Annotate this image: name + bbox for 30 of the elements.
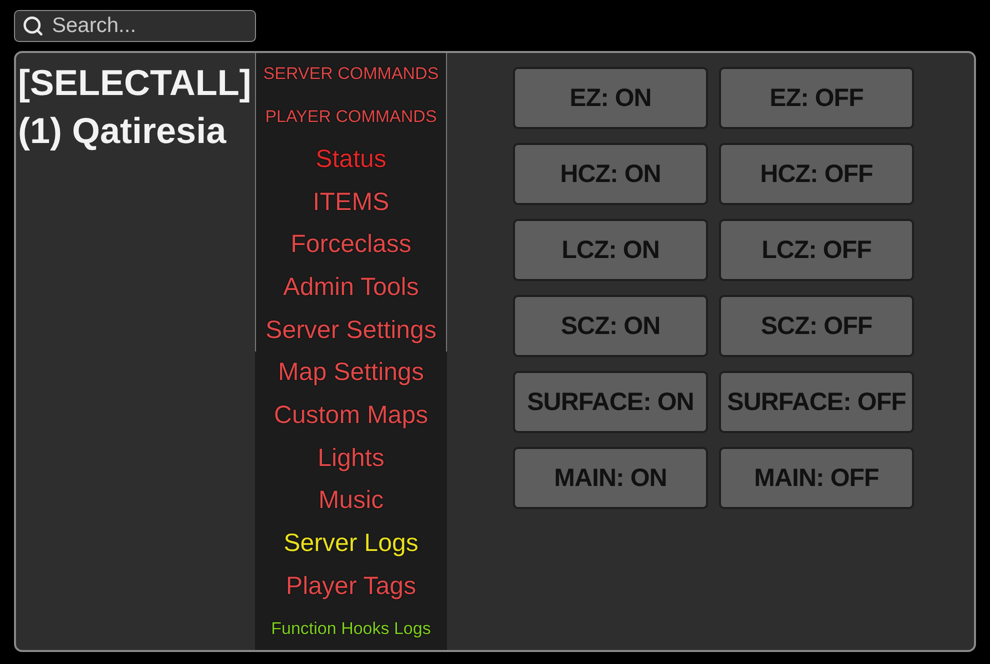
menu-item[interactable]: Server Logs: [284, 528, 418, 558]
zone-toggle-button[interactable]: LCZ: OFF: [719, 219, 914, 281]
zone-toggle-button[interactable]: HCZ: OFF: [719, 143, 914, 205]
menu-item[interactable]: PLAYER COMMANDS: [265, 106, 437, 127]
search-icon: [22, 15, 44, 37]
player-entry[interactable]: (1) Qatiresia: [16, 109, 255, 153]
player-entry[interactable]: [SELECTALL]: [16, 61, 255, 105]
zone-toggle-button[interactable]: LCZ: ON: [513, 219, 708, 281]
zone-toggle-button[interactable]: SCZ: OFF: [719, 295, 914, 357]
menu-item[interactable]: Player Tags: [286, 572, 416, 600]
menu-item[interactable]: Status: [316, 145, 386, 174]
menu-item[interactable]: Map Settings: [278, 358, 424, 388]
zone-toggle-button[interactable]: SURFACE: ON: [513, 371, 708, 433]
menu-item[interactable]: Server Settings: [266, 316, 436, 345]
zone-toggle-button[interactable]: SURFACE: OFF: [719, 371, 914, 433]
menu-item[interactable]: Function Hooks Logs: [271, 618, 431, 639]
menu-item[interactable]: Custom Maps: [274, 400, 428, 430]
zone-toggle-button[interactable]: EZ: ON: [513, 67, 708, 129]
search-field[interactable]: Search...: [14, 10, 256, 42]
menu-item[interactable]: Admin Tools: [283, 273, 419, 302]
menu-item[interactable]: ITEMS: [312, 188, 390, 217]
zone-toggle-button[interactable]: MAIN: OFF: [719, 447, 914, 509]
zone-toggle-button[interactable]: EZ: OFF: [719, 67, 914, 129]
zone-toggle-button[interactable]: HCZ: ON: [513, 143, 708, 205]
zone-toggle-button[interactable]: SCZ: ON: [513, 295, 708, 357]
menu-item[interactable]: Lights: [318, 444, 384, 473]
zone-toggle-button[interactable]: MAIN: ON: [513, 447, 708, 509]
menu-item[interactable]: Forceclass: [290, 230, 412, 260]
menu-item[interactable]: Music: [318, 486, 384, 516]
menu-item[interactable]: SERVER COMMANDS: [263, 64, 439, 84]
